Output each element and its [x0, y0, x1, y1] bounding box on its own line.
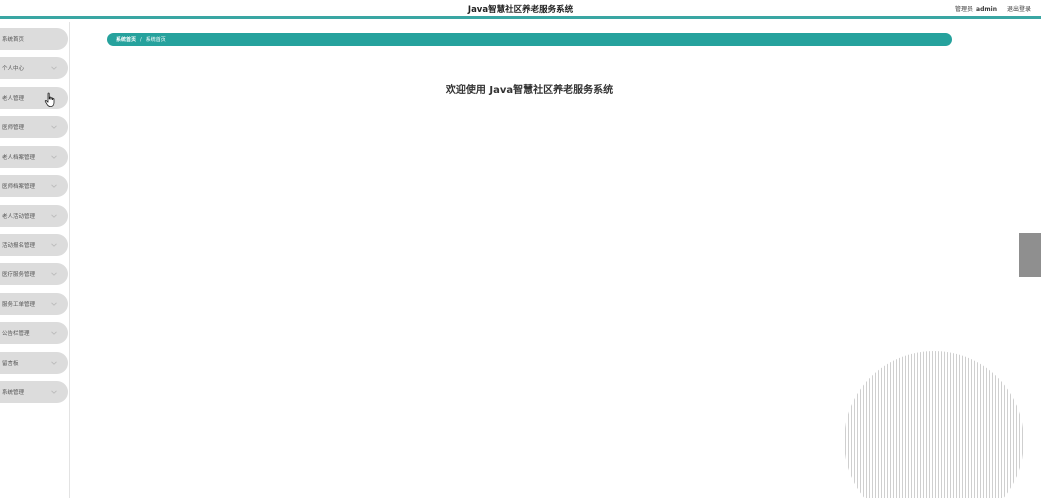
welcome-message: 欢迎使用 Java智慧社区养老服务系统: [445, 85, 614, 96]
chevron-down-icon: [51, 214, 57, 218]
sidebar-item-label: 老人档案管理: [2, 155, 36, 161]
sidebar-item-label: 医师管理: [2, 125, 25, 131]
chevron-down-icon: [51, 361, 57, 365]
sidebar-item-service-tickets[interactable]: 服务工单管理: [0, 293, 68, 315]
chevron-down-icon: [51, 302, 57, 306]
top-header: Java智慧社区养老服务系统 管理员 admin 退出登录: [0, 0, 1041, 19]
sidebar-item-doctor-management[interactable]: 医师管理: [0, 116, 68, 138]
right-floating-tab[interactable]: [1019, 233, 1041, 277]
sidebar-menu: 系统首页 个人中心 老人管理 医师管理 老人档案管理 医师档案管理 老人活动管理…: [0, 22, 70, 498]
breadcrumb-home-link[interactable]: 系统首页: [116, 36, 136, 43]
sidebar-item-medical-services[interactable]: 医疗服务管理: [0, 263, 68, 285]
sidebar-item-personal-center[interactable]: 个人中心: [0, 57, 68, 79]
hand-pointer-cursor-icon: [44, 92, 55, 107]
header-user-area: 管理员 admin 退出登录: [955, 4, 1031, 13]
chevron-down-icon: [51, 243, 57, 247]
sidebar-item-label: 留言板: [2, 361, 19, 367]
sidebar-item-message-board[interactable]: 留言板: [0, 352, 68, 374]
sidebar-item-label: 服务工单管理: [2, 302, 36, 308]
chevron-down-icon: [51, 272, 57, 276]
sidebar-item-label: 系统首页: [2, 37, 25, 43]
sidebar-item-elder-activities[interactable]: 老人活动管理: [0, 205, 68, 227]
sidebar-item-label: 系统管理: [2, 390, 25, 396]
sidebar-item-system-management[interactable]: 系统管理: [0, 381, 68, 403]
chevron-down-icon: [51, 184, 57, 188]
sidebar-item-label: 老人管理: [2, 96, 25, 102]
decorative-striped-circle: [844, 351, 1024, 498]
sidebar-item-label: 医师档案管理: [2, 184, 36, 190]
breadcrumb: 系统首页 / 系统首页: [107, 33, 952, 46]
sidebar-item-label: 老人活动管理: [2, 214, 36, 220]
sidebar-item-elder-records[interactable]: 老人档案管理: [0, 146, 68, 168]
chevron-down-icon: [51, 331, 57, 335]
breadcrumb-current: 系统首页: [145, 37, 166, 43]
role-label: 管理员: [955, 6, 974, 13]
sidebar-item-label: 活动报名管理: [2, 243, 36, 249]
sidebar-item-activity-registration[interactable]: 活动报名管理: [0, 234, 68, 256]
username-label: admin: [976, 6, 997, 13]
logout-link[interactable]: 退出登录: [1007, 4, 1031, 13]
chevron-down-icon: [51, 390, 57, 394]
app-title: Java智慧社区养老服务系统: [467, 5, 574, 15]
sidebar-item-label: 个人中心: [2, 66, 25, 72]
sidebar-item-bulletin[interactable]: 公告栏管理: [0, 322, 68, 344]
chevron-down-icon: [51, 125, 57, 129]
admin-user-label[interactable]: 管理员 admin: [955, 4, 997, 13]
chevron-down-icon: [51, 155, 57, 159]
sidebar-item-label: 医疗服务管理: [2, 272, 36, 278]
breadcrumb-separator: /: [140, 36, 142, 43]
chevron-down-icon: [51, 66, 57, 70]
sidebar-item-label: 公告栏管理: [2, 331, 30, 337]
sidebar-item-home[interactable]: 系统首页: [0, 28, 68, 50]
sidebar-item-doctor-records[interactable]: 医师档案管理: [0, 175, 68, 197]
